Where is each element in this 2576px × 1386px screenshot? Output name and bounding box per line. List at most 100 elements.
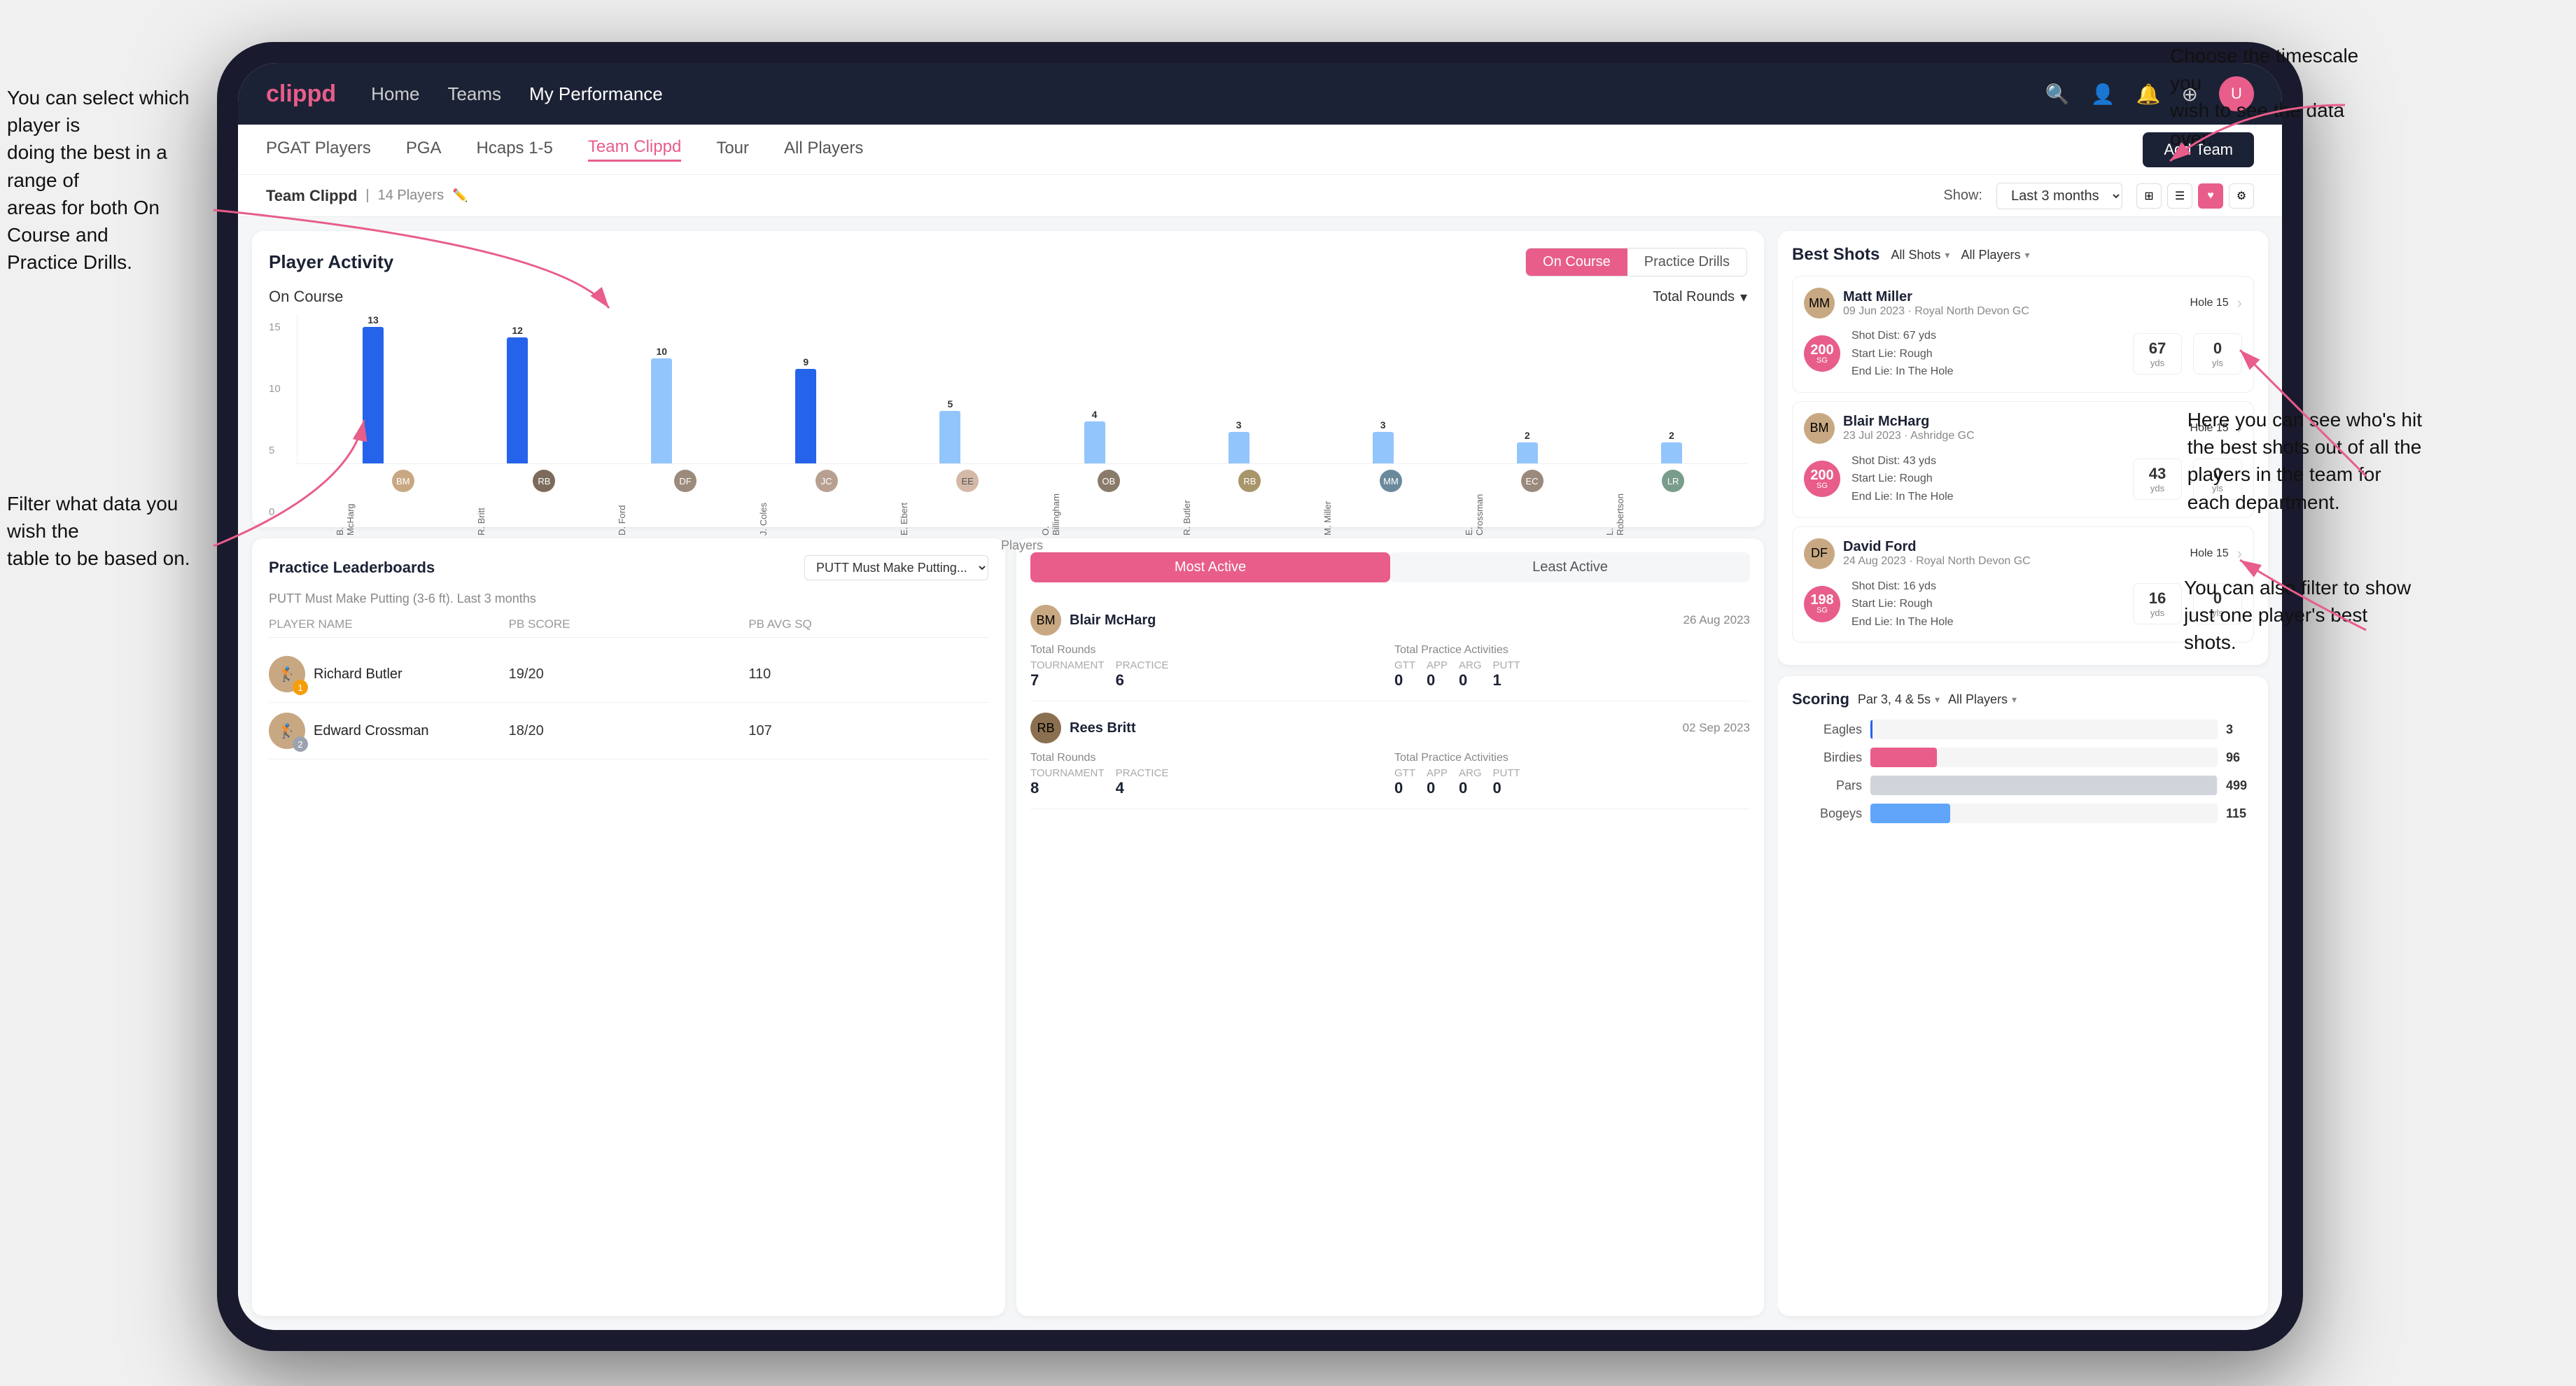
bar-10 (1661, 442, 1682, 463)
gtt-1: 0 (1394, 671, 1415, 690)
show-label: Show: (1943, 188, 1982, 204)
expand-icon-1[interactable]: › (2237, 294, 2242, 312)
practice-activities-label-1: Total Practice Activities (1394, 644, 1750, 657)
bar-group-4: 9 (736, 356, 876, 463)
active-stats-grid-1: Total Rounds Tournament 7 Practice (1030, 644, 1750, 690)
active-player-name-1: Blair McHarg (1070, 612, 1684, 629)
bar-6 (1084, 421, 1105, 463)
active-avatar-2: RB (1030, 713, 1061, 743)
team-header: Team Clippd | 14 Players ✏️ Show: Last 3… (238, 175, 2282, 217)
bar-value-1: 13 (368, 314, 379, 326)
active-stats-grid-2: Total Rounds Tournament 8 Practice (1030, 752, 1750, 797)
least-active-tab[interactable]: Least Active (1390, 552, 1750, 582)
nav-home[interactable]: Home (371, 83, 419, 105)
nav-teams[interactable]: Teams (447, 83, 501, 105)
shot-info-3: Shot Dist: 16 yds Start Lie: Rough End L… (1851, 578, 2122, 631)
most-active-card: Most Active Least Active BM Blair McHarg… (1016, 538, 1764, 1316)
total-rounds-section-2: Total Rounds Tournament 8 Practice (1030, 752, 1386, 797)
rank-badge-1: 1 (293, 680, 308, 695)
grid-view-btn[interactable]: ⊞ (2136, 183, 2162, 209)
shot-badge-1: 200 SG (1804, 335, 1840, 372)
shot-player-name-3: David Ford (1843, 539, 2182, 555)
users-icon[interactable]: 👤 (2091, 83, 2115, 106)
search-icon[interactable]: 🔍 (2045, 83, 2070, 106)
scoring-bar-container-birdies (1870, 748, 2218, 767)
team-title-area: Team Clippd | 14 Players ✏️ (266, 187, 468, 205)
shot-player-details-2: Blair McHarg 23 Jul 2023 · Ashridge GC (1843, 414, 2182, 442)
app-1: 0 (1427, 671, 1448, 690)
chart-dropdown[interactable]: Total Rounds ▾ (1653, 288, 1747, 306)
active-player-item-1: BM Blair McHarg 26 Aug 2023 Total Rounds (1030, 594, 1750, 701)
scoring-label-birdies: Birdies (1792, 750, 1862, 765)
nav-my-performance[interactable]: My Performance (529, 83, 663, 105)
filter-btn[interactable]: ⚙ (2229, 183, 2254, 209)
all-shots-filter[interactable]: All Shots ▾ (1891, 248, 1949, 262)
tournament-stat-1: Tournament 7 (1030, 659, 1105, 690)
practice-dropdown[interactable]: PUTT Must Make Putting... (804, 555, 988, 580)
time-filter-select[interactable]: Last 3 months (1996, 183, 2122, 209)
player-name-crossman: Edward Crossman (314, 723, 429, 739)
scoring-bar-eagles (1870, 720, 1872, 739)
on-course-tab[interactable]: On Course (1526, 248, 1628, 276)
scoring-players-label: All Players (1948, 692, 2008, 707)
total-rounds-label-1: Total Rounds (1030, 644, 1386, 657)
practice-stat-1: Practice 6 (1116, 659, 1169, 690)
arg-2: 0 (1459, 779, 1482, 797)
all-players-filter[interactable]: All Players ▾ (1961, 248, 2029, 262)
shot-avatar-3: DF (1804, 538, 1835, 569)
scoring-bar-bogeys (1870, 804, 1950, 823)
bar-9 (1517, 442, 1538, 463)
shot-location-1: 09 Jun 2023 · Royal North Devon GC (1843, 305, 2182, 318)
scoring-card: Scoring Par 3, 4 & 5s ▾ All Players ▾ Ea… (1778, 676, 2268, 1316)
subnav-pga[interactable]: PGA (406, 139, 442, 161)
bar-value-3: 10 (656, 346, 667, 357)
best-shots-title: Best Shots (1792, 245, 1879, 265)
edit-icon[interactable]: ✏️ (452, 188, 468, 203)
scoring-value-eagles: 3 (2226, 722, 2254, 737)
scoring-filter-1[interactable]: Par 3, 4 & 5s ▾ (1858, 692, 1940, 707)
scoring-filter-2[interactable]: All Players ▾ (1948, 692, 2017, 707)
subnav-hcaps[interactable]: Hcaps 1-5 (477, 139, 553, 161)
subnav-pgat[interactable]: PGAT Players (266, 139, 371, 161)
chart-label: On Course (269, 288, 343, 306)
active-player-date-1: 26 Aug 2023 (1684, 613, 1750, 627)
all-shots-label: All Shots (1891, 248, 1940, 262)
team-count: | (365, 188, 369, 204)
shot-player-info-3: DF David Ford 24 Aug 2023 · Royal North … (1804, 538, 2242, 569)
player-avatar-crossman: 🏌️ 2 (269, 713, 305, 749)
bell-icon[interactable]: 🔔 (2136, 83, 2161, 106)
y-label-10: 10 (269, 383, 297, 395)
annotation-right-mid: Here you can see who's hit the best shot… (2188, 406, 2422, 516)
putt-1: 1 (1493, 671, 1520, 690)
scoring-value-bogeys: 115 (2226, 806, 2254, 821)
subnav-team-clippd[interactable]: Team Clippd (588, 137, 681, 162)
bar-group-3: 10 (592, 346, 732, 463)
team-player-count: 14 Players (378, 188, 444, 204)
expand-icon-3[interactable]: › (2237, 545, 2242, 563)
most-active-tab[interactable]: Most Active (1030, 552, 1390, 582)
shot-info-1: Shot Dist: 67 yds Start Lie: Rough End L… (1851, 327, 2122, 381)
scoring-bar-birdies (1870, 748, 1937, 767)
team-header-right: Show: Last 3 months ⊞ ☰ ♥ ⚙ (1943, 183, 2254, 209)
player-pb-score-2: 18/20 (509, 723, 749, 739)
active-player-date-2: 02 Sep 2023 (1683, 721, 1750, 735)
arg-1: 0 (1459, 671, 1482, 690)
shot-badge-2: 200 SG (1804, 461, 1840, 497)
bar-group-8: 3 (1313, 419, 1453, 463)
scoring-value-pars: 499 (2226, 778, 2254, 793)
list-view-btn[interactable]: ☰ (2167, 183, 2192, 209)
avatar-6: OB (1040, 470, 1177, 492)
card-view-btn[interactable]: ♥ (2198, 183, 2223, 209)
sub-nav: PGAT Players PGA Hcaps 1-5 Team Clippd T… (238, 125, 2282, 175)
bar-group-7: 3 (1169, 419, 1309, 463)
activity-tab-group: On Course Practice Drills (1525, 248, 1747, 276)
practice-drills-tab[interactable]: Practice Drills (1628, 248, 1746, 276)
subnav-tour[interactable]: Tour (716, 139, 749, 161)
active-player-item-2: RB Rees Britt 02 Sep 2023 Total Rounds T… (1030, 701, 1750, 809)
bar-1 (363, 327, 384, 463)
player-pb-avg-2: 107 (748, 723, 988, 739)
subnav-all-players[interactable]: All Players (784, 139, 863, 161)
bar-group-9: 2 (1457, 430, 1597, 463)
player-activity-header: Player Activity On Course Practice Drill… (269, 248, 1747, 276)
practice-player-2: 🏌️ 2 Edward Crossman (269, 713, 509, 749)
